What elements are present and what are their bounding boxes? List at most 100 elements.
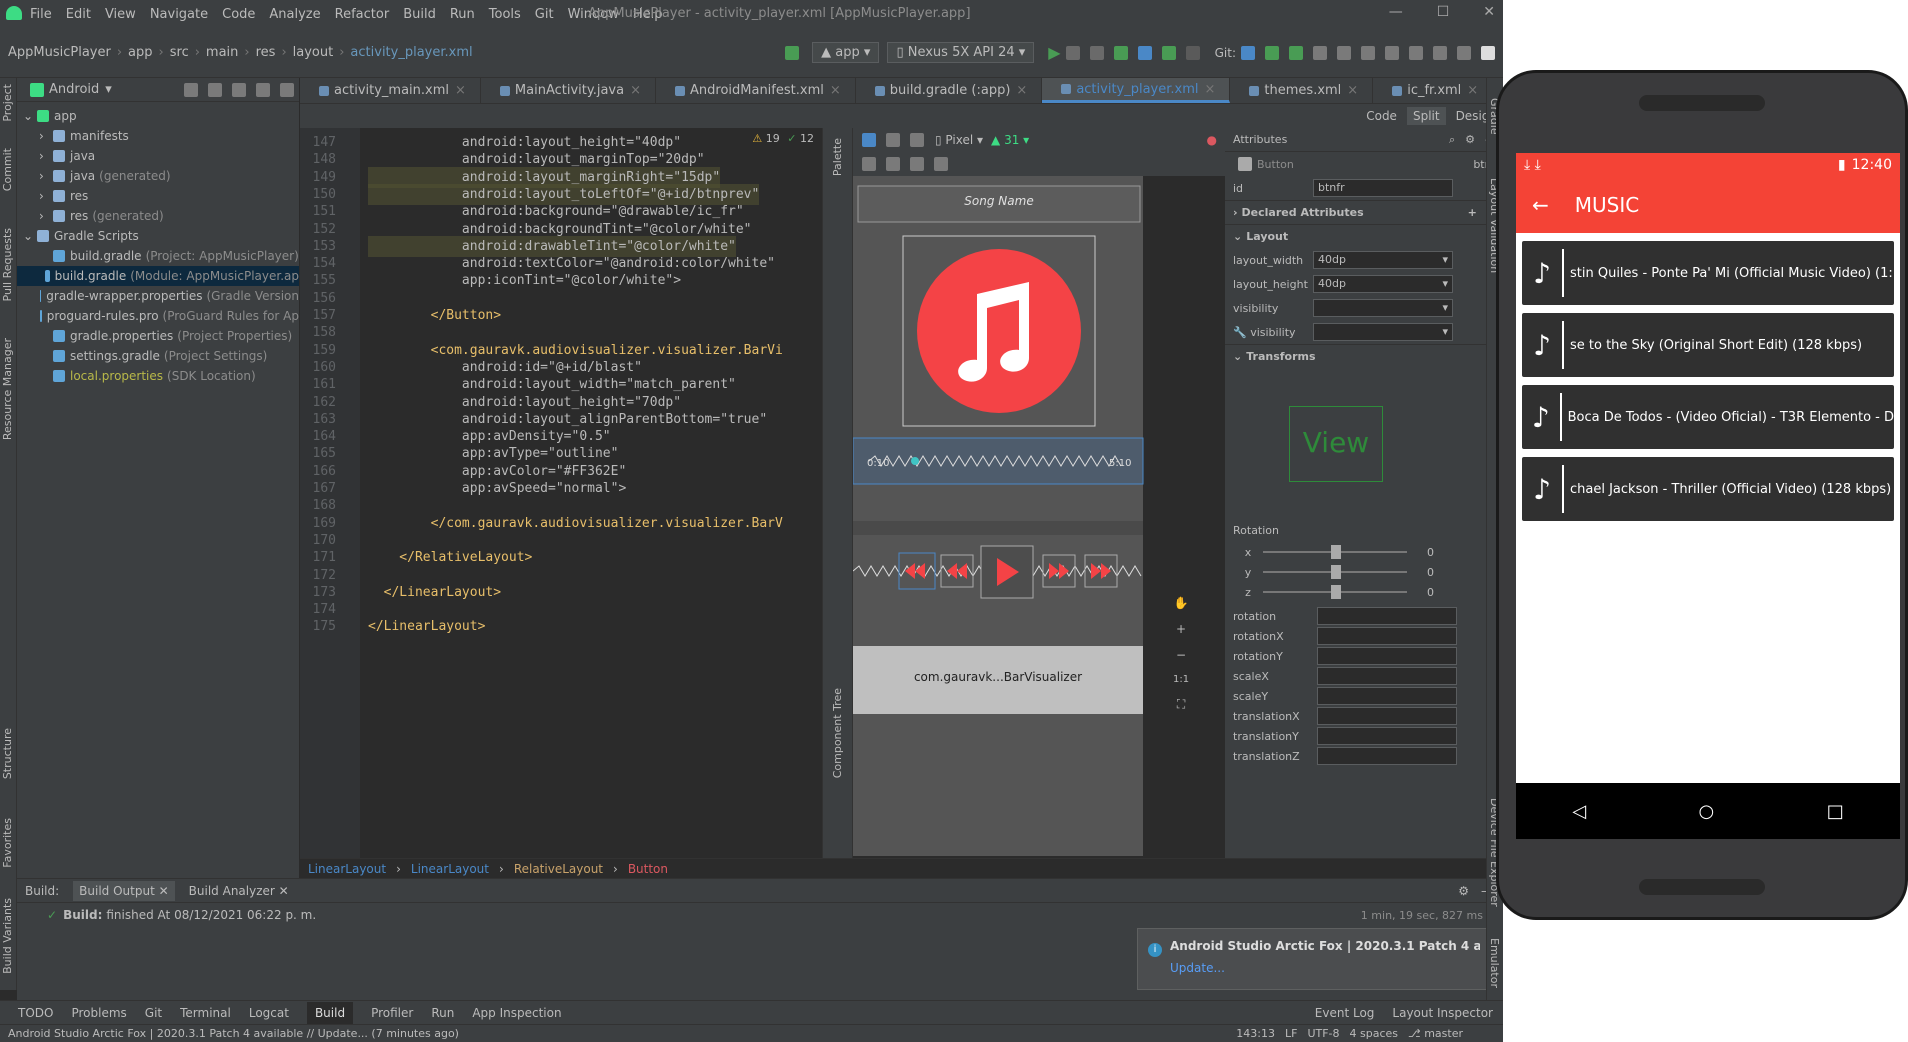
chevron-icon[interactable]: ⌄: [23, 229, 37, 243]
transform-field-input[interactable]: [1317, 707, 1457, 725]
gear-icon[interactable]: ⚙: [1458, 884, 1469, 898]
locate-icon[interactable]: [184, 82, 198, 97]
project-tree-item[interactable]: › java: [17, 146, 299, 166]
menu-git[interactable]: Git: [535, 7, 554, 22]
tag-crumb-3[interactable]: RelativeLayout: [514, 862, 603, 876]
transform-field-input[interactable]: [1317, 747, 1457, 765]
editor-tab[interactable]: ic_fr.xml ×: [1373, 78, 1494, 103]
caret-position[interactable]: 143:13: [1236, 1027, 1275, 1040]
indent-setting[interactable]: 4 spaces: [1350, 1027, 1399, 1040]
layout-width-field[interactable]: 40dp ▾: [1313, 251, 1453, 269]
code-editor[interactable]: 147 android:layout_height="40dp" 148 andr…: [300, 128, 822, 868]
tools-visibility-field[interactable]: ▾: [1313, 323, 1453, 341]
editor-tab[interactable]: MainActivity.java ×: [481, 78, 656, 103]
close-tab-icon[interactable]: ×: [1205, 82, 1216, 97]
close-tab-icon[interactable]: ×: [630, 83, 641, 98]
run-icon[interactable]: ▶: [1048, 43, 1060, 62]
close-tab-icon[interactable]: ×: [1467, 83, 1478, 98]
tool-pull-requests[interactable]: Pull Requests: [1, 228, 14, 301]
editor-tab[interactable]: themes.xml ×: [1230, 78, 1374, 103]
song-item[interactable]: ♪ chael Jackson - Thriller (Official Vide…: [1522, 457, 1894, 521]
add-attribute-icon[interactable]: +: [1468, 206, 1477, 219]
file-encoding[interactable]: UTF-8: [1307, 1027, 1339, 1040]
transform-field-input[interactable]: [1317, 667, 1457, 685]
project-tree-item[interactable]: local.properties (SDK Location): [17, 366, 299, 386]
close-tab-icon[interactable]: ×: [1347, 83, 1358, 98]
git-update-icon[interactable]: [1241, 45, 1255, 60]
design-canvas[interactable]: 0:10 5:10 Song Name com.gauravk...BarVis…: [852, 176, 1225, 856]
api-selector[interactable]: ▲ 31 ▾: [991, 133, 1029, 147]
nav-back-icon[interactable]: ◁: [1572, 801, 1586, 822]
horizontal-arrows-icon[interactable]: [886, 157, 900, 171]
night-mode-icon[interactable]: [910, 133, 924, 147]
slider-thumb[interactable]: [1331, 565, 1341, 579]
slider-thumb[interactable]: [1331, 545, 1341, 559]
gear-icon[interactable]: ⚙: [1465, 133, 1475, 146]
crumb-src[interactable]: src: [170, 45, 189, 60]
history-icon[interactable]: [1313, 45, 1327, 60]
project-tree-item[interactable]: ⌄ Gradle Scripts: [17, 226, 299, 246]
search-icon[interactable]: ⌕: [1449, 133, 1455, 147]
menu-refactor[interactable]: Refactor: [335, 7, 390, 22]
crumb-res[interactable]: res: [256, 45, 276, 60]
zoom-in-icon[interactable]: +: [1176, 622, 1186, 636]
layout-inspector-tab[interactable]: Layout Inspector: [1392, 1006, 1493, 1020]
song-item[interactable]: ♪ stin Quiles - Ponte Pa' Mi (Official Mu…: [1522, 241, 1894, 305]
build-analyzer-tab[interactable]: Build Analyzer ✕: [189, 884, 289, 898]
project-tree-item[interactable]: gradle-wrapper.properties (Gradle Version: [17, 286, 299, 306]
rerun-icon[interactable]: [1065, 45, 1080, 60]
split-mode-button[interactable]: Split: [1406, 107, 1446, 125]
device-dropdown[interactable]: ▯ Nexus 5X API 24 ▾: [887, 42, 1035, 63]
chevron-icon[interactable]: ›: [39, 209, 53, 223]
vertical-arrows-icon[interactable]: [910, 157, 924, 171]
tag-crumb-1[interactable]: LinearLayout: [308, 862, 386, 876]
project-view-dropdown[interactable]: Android: [49, 82, 99, 97]
hammer-icon[interactable]: [785, 45, 800, 60]
terminal-tab[interactable]: Terminal: [180, 1006, 231, 1020]
chevron-icon[interactable]: ›: [39, 129, 53, 143]
project-tree-item[interactable]: proguard-rules.pro (ProGuard Rules for Ap: [17, 306, 299, 326]
zoom-reset-button[interactable]: 1:1: [1173, 674, 1189, 685]
visibility-field[interactable]: ▾: [1313, 299, 1453, 317]
palette-tab[interactable]: Palette: [831, 138, 844, 176]
project-tree-item[interactable]: build.gradle (Module: AppMusicPlayer.ap: [17, 266, 299, 286]
problems-tab[interactable]: Problems: [71, 1006, 126, 1020]
editor-tab[interactable]: AndroidManifest.xml ×: [656, 78, 856, 103]
pan-icon[interactable]: ✋: [1174, 596, 1189, 610]
inspection-widget[interactable]: ⚠ 19 ✓ 12: [752, 132, 814, 145]
menu-view[interactable]: View: [105, 7, 136, 22]
update-notification[interactable]: i Android Studio Arctic Fox | 2020.3.1 P…: [1137, 928, 1493, 990]
chevron-icon[interactable]: ›: [39, 189, 53, 203]
menu-file[interactable]: File: [30, 7, 52, 22]
git-branch[interactable]: ⎇ master: [1408, 1027, 1463, 1040]
project-tree-item[interactable]: › res (generated): [17, 206, 299, 226]
chevron-icon[interactable]: ⌄: [23, 109, 37, 123]
search-icon[interactable]: [1457, 45, 1471, 60]
transform-field-input[interactable]: [1317, 647, 1457, 665]
close-icon[interactable]: ✕: [1483, 4, 1495, 20]
profiler-tab[interactable]: Profiler: [371, 1006, 413, 1020]
close-tab-icon[interactable]: ×: [1016, 83, 1027, 98]
maximize-icon[interactable]: ☐: [1437, 4, 1450, 20]
chevron-icon[interactable]: ›: [39, 149, 53, 163]
logcat-tab[interactable]: Logcat: [249, 1006, 289, 1020]
menu-build[interactable]: Build: [403, 7, 436, 22]
minimize-icon[interactable]: —: [1389, 4, 1403, 20]
back-arrow-icon[interactable]: ←: [1532, 193, 1549, 217]
layout-height-field[interactable]: 40dp ▾: [1313, 275, 1453, 293]
tool-emulator[interactable]: Emulator: [1488, 938, 1501, 988]
project-tree-item[interactable]: › res: [17, 186, 299, 206]
sync-gradle-icon[interactable]: [1385, 45, 1399, 60]
close-tab-icon[interactable]: ×: [830, 83, 841, 98]
update-link[interactable]: Update...: [1170, 961, 1480, 975]
fit-screen-icon[interactable]: ⛶: [1177, 697, 1185, 712]
tool-commit[interactable]: Commit: [1, 148, 14, 191]
build-output-tab[interactable]: Build Output ✕: [73, 880, 175, 901]
nav-home-icon[interactable]: ○: [1699, 801, 1715, 822]
crumb-file[interactable]: activity_player.xml: [350, 45, 472, 60]
menu-code[interactable]: Code: [222, 7, 255, 22]
app-inspection-tab[interactable]: App Inspection: [472, 1006, 561, 1020]
zoom-out-icon[interactable]: −: [1176, 648, 1186, 662]
transform-field-input[interactable]: [1317, 627, 1457, 645]
device-selector[interactable]: ▯ Pixel ▾: [935, 133, 983, 147]
